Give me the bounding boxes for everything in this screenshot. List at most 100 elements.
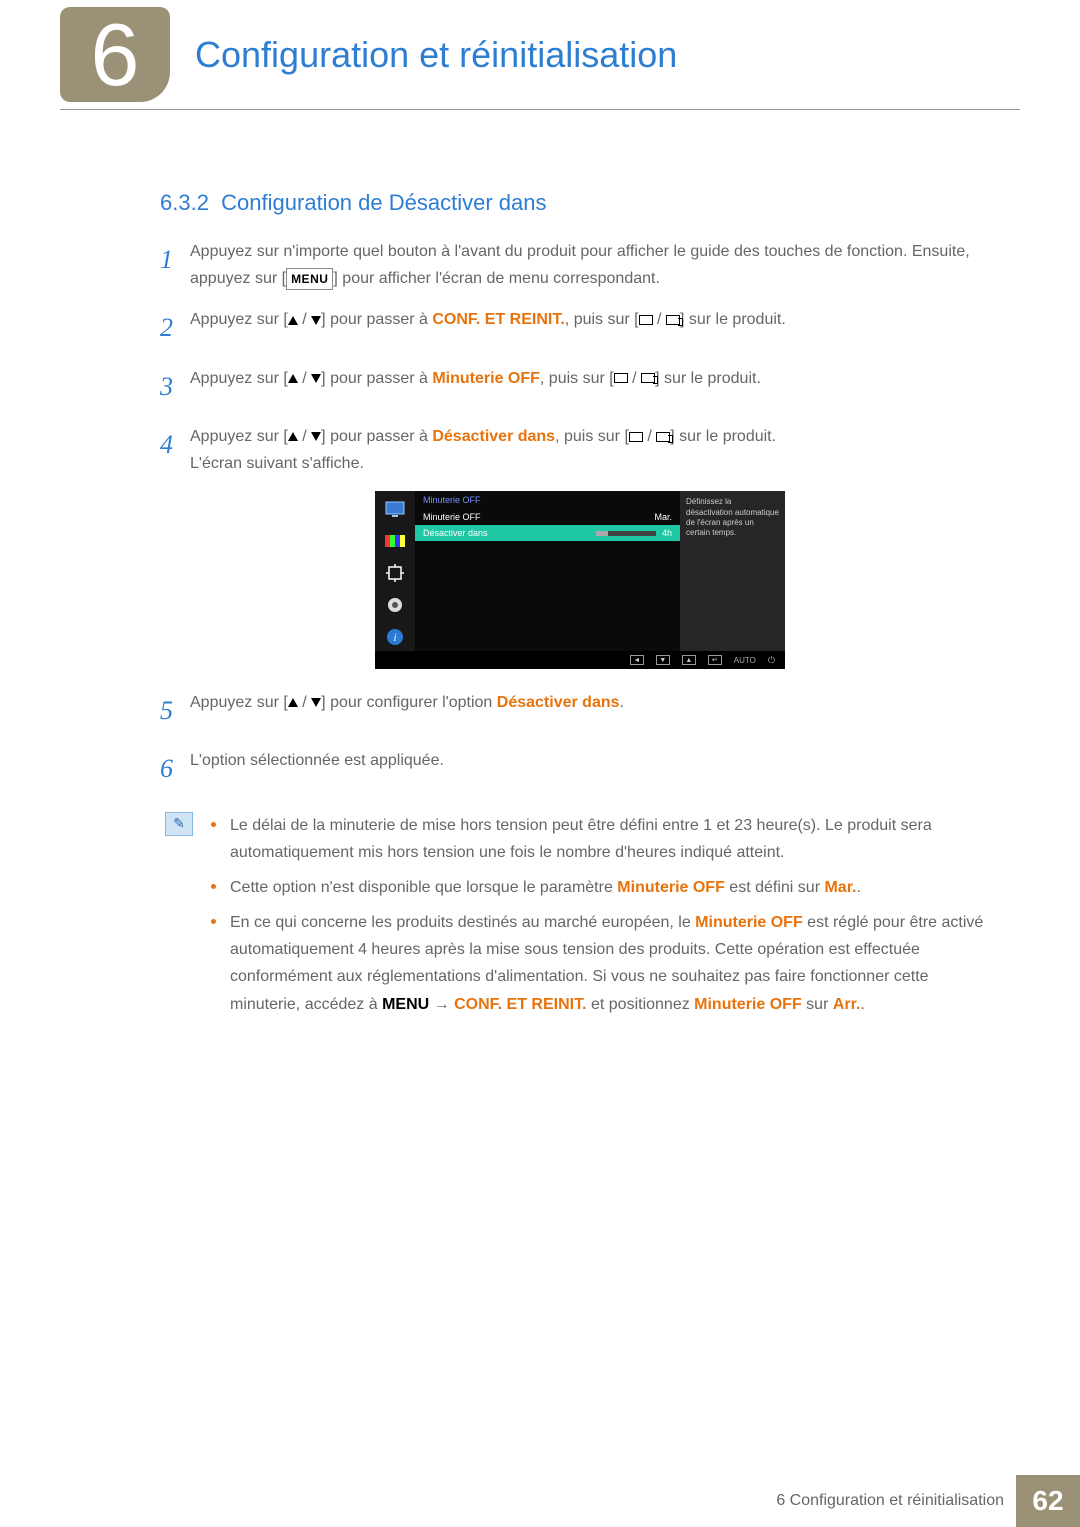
text: , puis sur [	[555, 428, 629, 445]
text: .	[860, 996, 864, 1013]
up-arrow-icon	[288, 316, 298, 325]
size-icon	[383, 561, 407, 585]
enter-icon	[656, 432, 670, 442]
source-icon	[639, 315, 653, 325]
highlight: Minuterie OFF	[617, 879, 725, 896]
arrow: →	[429, 996, 454, 1013]
text: ] pour passer à	[321, 370, 432, 387]
text: , puis sur [	[540, 370, 614, 387]
note-text: Le délai de la minuterie de mise hors te…	[230, 812, 1000, 866]
bullet-icon	[211, 884, 216, 889]
step-2: 2 Appuyez sur [ / ] pour passer à CONF. …	[160, 306, 1000, 350]
step-1: 1 Appuyez sur n'importe quel bouton à l'…	[160, 238, 1000, 292]
power-icon: ⏻	[768, 655, 775, 666]
osd-slider	[596, 531, 656, 536]
step-text: Appuyez sur [ / ] pour passer à Minuteri…	[190, 365, 1000, 409]
source-icon	[629, 432, 643, 442]
note-text: Cette option n'est disponible que lorsqu…	[230, 874, 861, 901]
osd-row-label: Désactiver dans	[423, 528, 488, 538]
osd-row-value: Mar.	[654, 512, 672, 522]
down-arrow-icon	[311, 316, 321, 325]
osd-menu: Minuterie OFF Minuterie OFF Mar. Désacti…	[415, 491, 680, 651]
left-icon: ◄	[630, 655, 644, 665]
highlight: Minuterie OFF	[432, 370, 540, 387]
note-icon: ✎	[165, 812, 193, 836]
text: ] pour passer à	[321, 311, 432, 328]
step-list-cont: 5 Appuyez sur [ / ] pour configurer l'op…	[160, 689, 1000, 791]
step-6: 6 L'option sélectionnée est appliquée.	[160, 747, 1000, 791]
osd-row-minuterie: Minuterie OFF Mar.	[415, 509, 680, 525]
step-list: 1 Appuyez sur n'importe quel bouton à l'…	[160, 238, 1000, 477]
text: Appuyez sur [	[190, 428, 288, 445]
step-number: 2	[160, 306, 190, 350]
step-text: Appuyez sur [ / ] pour configurer l'opti…	[190, 689, 1000, 733]
chapter-title: Configuration et réinitialisation	[195, 34, 677, 76]
highlight: Désactiver dans	[497, 694, 620, 711]
page-content: 6.3.2 Configuration de Désactiver dans 1…	[0, 110, 1080, 1026]
chapter-number-badge: 6	[60, 7, 170, 102]
subsection-title: 6.3.2 Configuration de Désactiver dans	[160, 190, 1000, 216]
up-icon: ▲	[682, 655, 696, 665]
down-arrow-icon	[311, 432, 321, 441]
bullet-icon	[211, 919, 216, 924]
note-block: ✎ Le délai de la minuterie de mise hors …	[160, 812, 1000, 1026]
text: .	[856, 879, 860, 896]
text: ] sur le produit.	[670, 428, 776, 445]
osd-sidebar: i	[375, 491, 415, 651]
step-number: 4	[160, 423, 190, 477]
osd-menu-title: Minuterie OFF	[415, 491, 680, 509]
step-text: L'option sélectionnée est appliquée.	[190, 747, 1000, 791]
step-text: Appuyez sur n'importe quel bouton à l'av…	[190, 238, 1000, 292]
osd-row-label: Minuterie OFF	[423, 512, 481, 522]
enter-icon	[666, 315, 680, 325]
text: ] sur le produit.	[655, 370, 761, 387]
text: ] pour passer à	[321, 428, 432, 445]
text: ] sur le produit.	[680, 311, 786, 328]
highlight: Arr.	[833, 996, 861, 1013]
down-arrow-icon	[311, 374, 321, 383]
step-3: 3 Appuyez sur [ / ] pour passer à Minute…	[160, 365, 1000, 409]
up-arrow-icon	[288, 374, 298, 383]
highlight: Désactiver dans	[432, 428, 555, 445]
text: Appuyez sur [	[190, 370, 288, 387]
enter-icon	[641, 373, 655, 383]
osd-footer: ◄ ▼ ▲ ↵ AUTO ⏻	[375, 651, 785, 669]
text: ] pour configurer l'option	[321, 694, 497, 711]
osd-row-value: 4h	[662, 528, 672, 538]
text: et positionnez	[587, 996, 695, 1013]
step-4: 4 Appuyez sur [ / ] pour passer à Désact…	[160, 423, 1000, 477]
step-5: 5 Appuyez sur [ / ] pour configurer l'op…	[160, 689, 1000, 733]
note-item-3: En ce qui concerne les produits destinés…	[211, 909, 1000, 1018]
text: ] pour afficher l'écran de menu correspo…	[333, 270, 660, 287]
note-text: En ce qui concerne les produits destinés…	[230, 909, 1000, 1018]
osd-screenshot: i Minuterie OFF Minuterie OFF Mar. Désac…	[160, 491, 1000, 669]
page-footer: 6 Configuration et réinitialisation 62	[0, 1475, 1080, 1527]
color-icon	[383, 529, 407, 553]
up-arrow-icon	[288, 698, 298, 707]
highlight: CONF. ET REINIT.	[454, 996, 586, 1013]
text: .	[620, 694, 624, 711]
auto-label: AUTO	[734, 656, 756, 665]
osd-info-panel: Définissez la désactivation automatique …	[680, 491, 785, 651]
monitor-icon	[383, 497, 407, 521]
note-item-2: Cette option n'est disponible que lorsqu…	[211, 874, 1000, 901]
bold: MENU	[382, 996, 429, 1013]
text: L'écran suivant s'affiche.	[190, 455, 364, 472]
subsection-number: 6.3.2	[160, 190, 209, 215]
highlight: Minuterie OFF	[694, 996, 802, 1013]
highlight: CONF. ET REINIT.	[432, 311, 564, 328]
down-icon: ▼	[656, 655, 670, 665]
subsection-text: Configuration de Désactiver dans	[221, 190, 546, 215]
step-text: Appuyez sur [ / ] pour passer à CONF. ET…	[190, 306, 1000, 350]
step-number: 1	[160, 238, 190, 292]
down-arrow-icon	[311, 698, 321, 707]
text: est défini sur	[725, 879, 825, 896]
osd-panel: i Minuterie OFF Minuterie OFF Mar. Désac…	[375, 491, 785, 669]
bullet-icon	[211, 822, 216, 827]
note-item-1: Le délai de la minuterie de mise hors te…	[211, 812, 1000, 866]
up-arrow-icon	[288, 432, 298, 441]
text: , puis sur [	[565, 311, 639, 328]
text: sur	[802, 996, 833, 1013]
info-icon: i	[383, 625, 407, 649]
menu-button-icon: MENU	[286, 268, 333, 290]
